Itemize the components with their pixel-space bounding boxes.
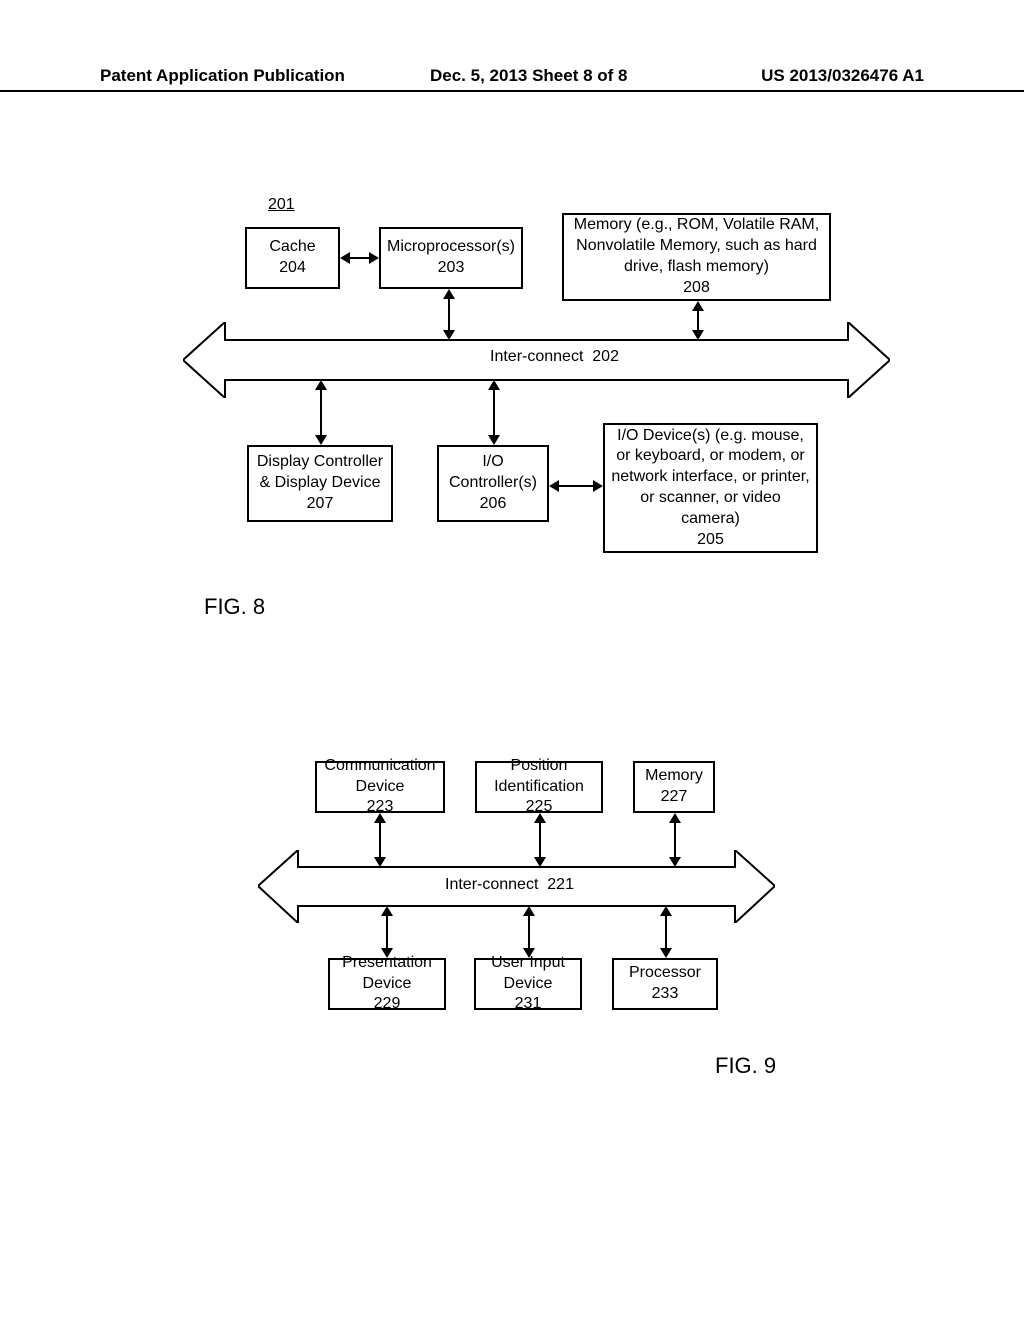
arrow-display-bus xyxy=(313,380,329,445)
fig8-display-box: Display Controller & Display Device 207 xyxy=(247,445,393,522)
fig9-mem-box: Memory 227 xyxy=(633,761,715,813)
arrow-mem-bus xyxy=(667,813,683,867)
header-left: Patent Application Publication xyxy=(100,66,345,86)
mem-label: Memory xyxy=(645,766,703,787)
proc-label: Processor xyxy=(629,963,701,984)
arrow-ioctl-iodev xyxy=(549,478,603,494)
cache-label: Cache xyxy=(269,237,315,258)
uinput-num: 231 xyxy=(515,994,542,1015)
arrow-proc-bus xyxy=(658,906,674,958)
cache-num: 204 xyxy=(279,258,306,279)
pos-label: Position Identification xyxy=(481,756,597,798)
arrow-pres-bus xyxy=(379,906,395,958)
fig9-proc-box: Processor 233 xyxy=(612,958,718,1010)
display-num: 207 xyxy=(307,494,334,515)
arrow-comm-bus xyxy=(372,813,388,867)
fig8-caption: FIG. 8 xyxy=(204,594,265,620)
micro-num: 203 xyxy=(438,258,465,279)
fig8-bus-label: Inter-connect 202 xyxy=(490,348,619,366)
arrow-uinput-bus xyxy=(521,906,537,958)
fig9-comm-box: Communication Device 223 xyxy=(315,761,445,813)
arrow-micro-bus xyxy=(441,289,457,340)
pres-label: Presentation Device xyxy=(334,953,440,995)
fig8-system-ref: 201 xyxy=(268,196,295,214)
arrow-cache-micro xyxy=(340,250,379,266)
fig9-uinput-box: User Input Device 231 xyxy=(474,958,582,1010)
micro-label: Microprocessor(s) xyxy=(387,237,515,258)
comm-label: Communication Device xyxy=(321,756,439,798)
uinput-label: User Input Device xyxy=(480,953,576,995)
fig9-pres-box: Presentation Device 229 xyxy=(328,958,446,1010)
fig8-ioctl-box: I/O Controller(s) 206 xyxy=(437,445,549,522)
header-right: US 2013/0326476 A1 xyxy=(761,66,924,86)
memory-label: Memory (e.g., ROM, Volatile RAM, Nonvola… xyxy=(568,215,825,277)
fig9-caption: FIG. 9 xyxy=(715,1053,776,1079)
fig9-pos-box: Position Identification 225 xyxy=(475,761,603,813)
ioctl-num: 206 xyxy=(480,494,507,515)
proc-num: 233 xyxy=(652,984,679,1005)
pres-num: 229 xyxy=(374,994,401,1015)
fig8-memory-box: Memory (e.g., ROM, Volatile RAM, Nonvola… xyxy=(562,213,831,301)
fig9-bus-label: Inter-connect 221 xyxy=(445,876,574,894)
arrow-pos-bus xyxy=(532,813,548,867)
page-header: Patent Application Publication Dec. 5, 2… xyxy=(0,86,1024,92)
arrow-memory-bus xyxy=(690,301,706,340)
mem-num: 227 xyxy=(661,787,688,808)
display-label: Display Controller & Display Device xyxy=(253,452,387,494)
iodev-num: 205 xyxy=(697,530,724,551)
header-center: Dec. 5, 2013 Sheet 8 of 8 xyxy=(430,66,628,86)
arrow-ioctl-bus xyxy=(486,380,502,445)
fig8-iodev-box: I/O Device(s) (e.g. mouse, or keyboard, … xyxy=(603,423,818,553)
fig8-cache-box: Cache 204 xyxy=(245,227,340,289)
iodev-label: I/O Device(s) (e.g. mouse, or keyboard, … xyxy=(609,426,812,530)
memory-num: 208 xyxy=(683,278,710,299)
fig8-micro-box: Microprocessor(s) 203 xyxy=(379,227,523,289)
ioctl-label: I/O Controller(s) xyxy=(443,452,543,494)
